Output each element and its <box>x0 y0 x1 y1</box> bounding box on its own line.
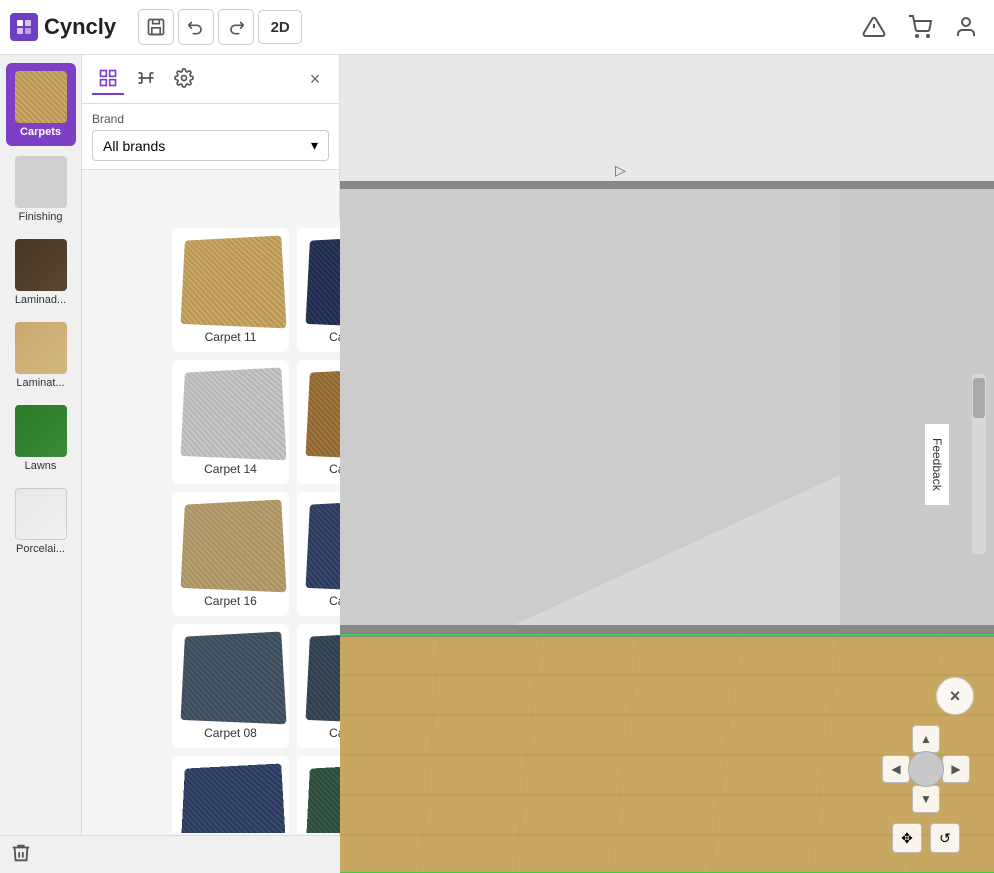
redo-button[interactable] <box>218 9 254 45</box>
save-button[interactable] <box>138 9 174 45</box>
catalog-item-carpet16[interactable]: Carpet 16 <box>172 492 289 616</box>
left-panel: Carpets Finishing Laminad... Laminat... … <box>0 55 340 873</box>
category-item-carpets[interactable]: Carpets <box>6 63 76 146</box>
category-label-laminate-dark: Laminad... <box>15 294 66 306</box>
warning-button[interactable] <box>856 9 892 45</box>
svg-text:▷: ▷ <box>615 162 626 178</box>
panel-close-button[interactable]: × <box>301 65 329 93</box>
category-item-lawns[interactable]: Lawns <box>6 399 76 478</box>
brand-filter: Brand All brands ▾ <box>82 104 339 170</box>
logo-icon <box>10 13 38 41</box>
nav-down-button[interactable]: ▼ <box>912 785 940 813</box>
nav-controls: × ▲ ▼ ◀ ▶ ✥ ↺ <box>878 677 974 853</box>
nav-up-button[interactable]: ▲ <box>912 725 940 753</box>
nav-move-button[interactable]: ✥ <box>892 823 922 853</box>
top-toolbar: Cyncly 2D <box>0 0 994 55</box>
cart-button[interactable] <box>902 9 938 45</box>
carpet08-thumb <box>181 631 287 724</box>
nav-dpad: ▲ ▼ ◀ ▶ <box>878 721 974 817</box>
carpet14-thumb <box>181 367 287 460</box>
extra1-thumb <box>181 763 287 833</box>
brand-value: All brands <box>103 138 165 154</box>
zoom-slider-track <box>972 374 986 554</box>
carpet14-label: Carpet 14 <box>204 462 257 476</box>
mode-2d-button[interactable]: 2D <box>258 10 302 44</box>
nav-refresh-button[interactable]: ↺ <box>930 823 960 853</box>
panel-tab-products[interactable] <box>92 63 124 95</box>
catalog-item-carpet14[interactable]: Carpet 14 <box>172 360 289 484</box>
nav-bottom-controls: ✥ ↺ <box>892 823 960 853</box>
category-item-porcelain[interactable]: Porcelai... <box>6 482 76 561</box>
carpet11-thumb <box>181 235 287 328</box>
nav-left-button[interactable]: ◀ <box>882 755 910 783</box>
category-thumb-porcelain <box>15 488 67 540</box>
category-thumb-finishing <box>15 156 67 208</box>
carpet16-label: Carpet 16 <box>204 594 257 608</box>
category-label-lawns: Lawns <box>25 460 57 472</box>
category-label-carpets: Carpets <box>20 126 61 138</box>
panel-tab-settings[interactable] <box>168 63 200 95</box>
trash-button[interactable] <box>10 842 32 867</box>
brand-label: Brand <box>92 112 329 126</box>
category-thumb-carpets <box>15 71 67 123</box>
feedback-tab[interactable]: Feedback <box>924 423 949 506</box>
category-item-laminate-light[interactable]: Laminat... <box>6 316 76 395</box>
viewport: ▷ Feedback × ▲ ▼ ◀ ▶ ✥ ↺ <box>340 55 994 873</box>
category-thumb-laminate-light <box>15 322 67 374</box>
panel-tab-ruler[interactable] <box>130 63 162 95</box>
category-label-laminate-light: Laminat... <box>16 377 64 389</box>
toolbar-right <box>856 9 984 45</box>
panel-bottom <box>0 835 340 873</box>
catalog-item-extra1[interactable] <box>172 756 289 833</box>
catalog-item-carpet08[interactable]: Carpet 08 <box>172 624 289 748</box>
carpet08-label: Carpet 08 <box>204 726 257 740</box>
zoom-slider-thumb[interactable] <box>973 378 985 418</box>
category-thumb-lawns <box>15 405 67 457</box>
category-sidebar: Carpets Finishing Laminad... Laminat... … <box>0 55 82 873</box>
category-label-porcelain: Porcelai... <box>16 543 65 555</box>
nav-center-button[interactable] <box>908 751 944 787</box>
category-thumb-laminate-dark <box>15 239 67 291</box>
logo: Cyncly <box>10 13 116 41</box>
logo-text: Cyncly <box>44 14 116 40</box>
catalog-item-carpet11[interactable]: Carpet 11 <box>172 228 289 352</box>
brand-select[interactable]: All brands ▾ <box>92 130 329 161</box>
carpet16-thumb <box>181 499 287 592</box>
chevron-down-icon: ▾ <box>311 137 318 154</box>
panel-header: × <box>82 55 339 104</box>
category-item-finishing[interactable]: Finishing <box>6 150 76 229</box>
undo-button[interactable] <box>178 9 214 45</box>
nav-close-button[interactable]: × <box>936 677 974 715</box>
carpet11-label: Carpet 11 <box>205 330 257 344</box>
user-button[interactable] <box>948 9 984 45</box>
panel-tabs <box>92 63 200 95</box>
nav-right-button[interactable]: ▶ <box>942 755 970 783</box>
category-label-finishing: Finishing <box>18 211 62 223</box>
category-item-laminate-dark[interactable]: Laminad... <box>6 233 76 312</box>
